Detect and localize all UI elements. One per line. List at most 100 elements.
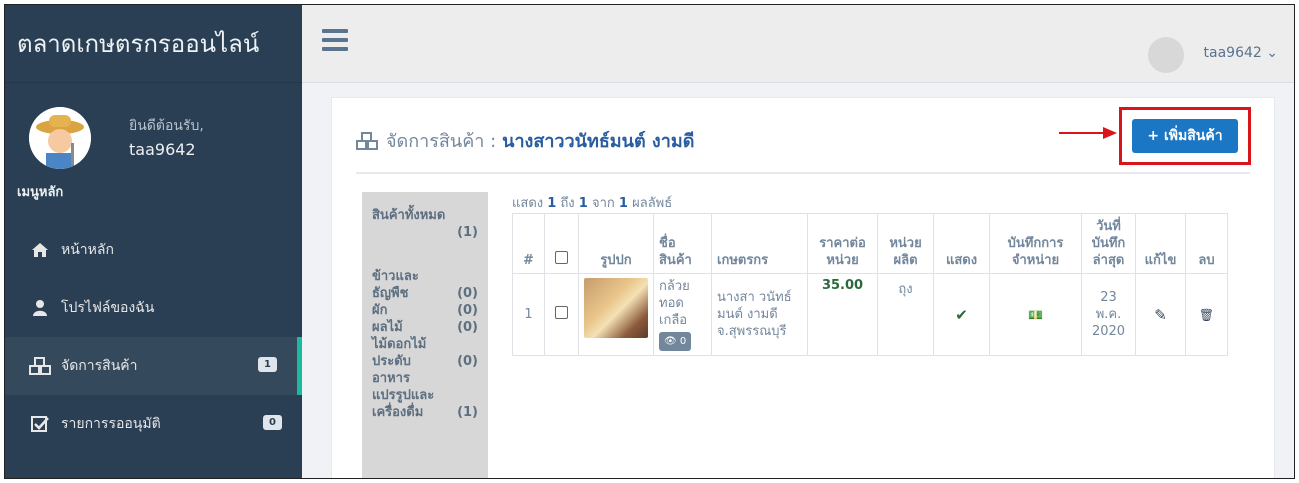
user-menu[interactable]: taa9642 ⌄ <box>1204 45 1278 61</box>
money-icon[interactable]: 💵 <box>989 273 1082 356</box>
row-unit: ถุง <box>877 273 934 356</box>
sidebar-item-label: โปรไฟล์ของฉัน <box>61 300 155 316</box>
category-label: เครื่องดื่ม <box>372 405 424 420</box>
category-all-label: สินค้าทั้งหมด <box>372 208 446 223</box>
check-icon[interactable]: ✔ <box>933 273 990 356</box>
sidebar-item-manage-products[interactable]: จัดการสินค้า 1 <box>5 337 302 395</box>
col-select <box>544 213 579 274</box>
category-item[interactable]: ข้าวและ <box>372 268 478 285</box>
col-price[interactable]: ราคาต่อ หน่วย <box>807 213 878 274</box>
col-num: # <box>512 213 545 274</box>
sidebar-item-label: รายการรออนุมัติ <box>61 416 161 432</box>
row-select <box>544 273 579 356</box>
product-thumbnail[interactable] <box>584 278 648 338</box>
title-prefix: จัดการสินค้า : <box>386 131 497 152</box>
select-all-checkbox[interactable] <box>555 251 568 264</box>
cubes-icon <box>356 131 378 150</box>
products-table: # รูปปก ชื่อ สินค้า เกษตรกร ราคาต่อ หน่ว… <box>512 213 1228 356</box>
views-badge: 👁 0 <box>659 332 692 351</box>
row-checkbox[interactable] <box>555 306 568 319</box>
category-item[interactable]: ประดับ (0) <box>372 353 478 370</box>
summary-total: 1 <box>618 196 628 211</box>
sidebar-item-label: จัดการสินค้า <box>61 358 138 374</box>
row-image <box>578 273 654 356</box>
col-image: รูปปก <box>578 213 654 274</box>
date-month: พ.ค. <box>1095 307 1122 322</box>
category-all[interactable]: สินค้าทั้งหมด (1) <box>372 204 478 240</box>
category-count: (0) <box>457 286 478 301</box>
category-filter: สินค้าทั้งหมด (1) ข้าวและ ธัญพืช (0) ผัก (… <box>362 192 488 478</box>
summary-text: ผลลัพธ์ <box>632 196 673 211</box>
row-date: 23 พ.ค. 2020 <box>1081 273 1136 356</box>
sidebar: ตลาดเกษตรกรออนไลน์ ยินดีต้อนรับ, taa9642… <box>5 5 302 478</box>
menu-toggle-icon[interactable] <box>322 29 348 56</box>
category-item[interactable]: ผัก (0) <box>372 302 478 319</box>
category-count: (0) <box>457 320 478 335</box>
top-navbar: taa9642 ⌄ <box>302 5 1294 83</box>
category-item[interactable]: เครื่องดื่ม (1) <box>372 404 478 421</box>
category-label: ประดับ <box>372 354 411 369</box>
count-badge: 0 <box>263 415 282 430</box>
category-all-count: (1) <box>457 225 478 240</box>
profile-block: ยินดีต้อนรับ, taa9642 เมนูหลัก <box>5 83 302 200</box>
cubes-icon <box>27 357 53 375</box>
sidebar-username: taa9642 <box>129 140 196 159</box>
table-header-row: # รูปปก ชื่อ สินค้า เกษตรกร ราคาต่อ หน่ว… <box>512 213 1228 274</box>
welcome-text: ยินดีต้อนรับ, <box>129 118 204 134</box>
brand-title[interactable]: ตลาดเกษตรกรออนไลน์ <box>5 5 302 83</box>
category-item[interactable]: อาหาร <box>372 370 478 387</box>
category-label: ข้าวและ <box>372 269 419 284</box>
trash-icon[interactable]: 🗑 <box>1185 273 1228 356</box>
home-icon <box>27 242 53 258</box>
product-name[interactable]: กล้วย ทอด เกลือ <box>659 278 706 329</box>
add-product-button[interactable]: + เพิ่มสินค้า <box>1132 119 1238 153</box>
farmer-name: นางสา วนัทธ์มนต์ งามดี <box>717 290 792 322</box>
col-delete: ลบ <box>1185 213 1228 274</box>
category-item[interactable]: ไม้ดอกไม้ <box>372 336 478 353</box>
col-edit: แก้ไข <box>1135 213 1186 274</box>
category-label: ผัก <box>372 303 388 318</box>
summary-text: จาก <box>591 196 615 211</box>
category-item[interactable]: แปรรูปและ <box>372 387 478 404</box>
category-item[interactable]: ผลไม้ (0) <box>372 319 478 336</box>
app-window: ตลาดเกษตรกรออนไลน์ ยินดีต้อนรับ, taa9642… <box>4 4 1295 479</box>
row-price: 35.00 <box>807 273 878 356</box>
category-item[interactable]: ธัญพืช (0) <box>372 285 478 302</box>
sidebar-item-label: หน้าหลัก <box>61 242 114 258</box>
col-unit[interactable]: หน่วย ผลิต <box>877 213 934 274</box>
category-label: ผลไม้ <box>372 320 403 335</box>
check-square-icon <box>27 415 53 433</box>
page-title: จัดการสินค้า : นางสาววนัทธ์มนต์ งามดี <box>356 126 694 155</box>
sidebar-item-pending[interactable]: รายการรออนุมัติ 0 <box>5 395 302 453</box>
farmer-province: จ.สุพรรณบุรี <box>717 324 787 339</box>
user-avatar[interactable] <box>1148 37 1184 73</box>
content-panel: จัดการสินค้า : นางสาววนัทธ์มนต์ งามดี + … <box>331 97 1275 478</box>
category-count: (0) <box>457 354 478 369</box>
col-farmer[interactable]: เกษตรกร <box>711 213 808 274</box>
highlight-box: + เพิ่มสินค้า <box>1119 107 1251 165</box>
col-date[interactable]: วันที่ บันทึก ล่าสุด <box>1081 213 1136 274</box>
sidebar-nav: หน้าหลัก โปรไฟล์ของฉัน จัดการสินค้า 1 รา… <box>5 221 302 453</box>
farmer-avatar-icon <box>29 107 91 169</box>
col-show[interactable]: แสดง <box>933 213 990 274</box>
row-farmer: นางสา วนัทธ์มนต์ งามดี จ.สุพรรณบุรี <box>711 273 808 356</box>
sidebar-item-profile[interactable]: โปรไฟล์ของฉัน <box>5 279 302 337</box>
summary-text: ถึง <box>560 196 575 211</box>
category-label: ธัญพืช <box>372 286 409 301</box>
row-name: กล้วย ทอด เกลือ 👁 0 <box>653 273 712 356</box>
table-row: 1 กล้วย ทอด เกลือ 👁 0 นางสา วนัทธ์มนต์ ง… <box>512 273 1228 356</box>
menu-header: เมนูหลัก <box>17 185 64 200</box>
sidebar-item-home[interactable]: หน้าหลัก <box>5 221 302 279</box>
col-name[interactable]: ชื่อ สินค้า <box>653 213 712 274</box>
avatar <box>29 107 91 169</box>
count-badge: 1 <box>258 357 277 372</box>
user-icon <box>27 300 53 316</box>
edit-icon[interactable]: ✎ <box>1135 273 1186 356</box>
category-label: ไม้ดอกไม้ <box>372 337 427 352</box>
results-summary: แสดง 1 ถึง 1 จาก 1 ผลลัพธ์ <box>512 192 672 213</box>
category-label: อาหาร <box>372 371 410 386</box>
date-day: 23 <box>1100 290 1117 305</box>
category-count: (0) <box>457 303 478 318</box>
date-year: 2020 <box>1091 324 1126 339</box>
summary-text: แสดง <box>512 196 544 211</box>
